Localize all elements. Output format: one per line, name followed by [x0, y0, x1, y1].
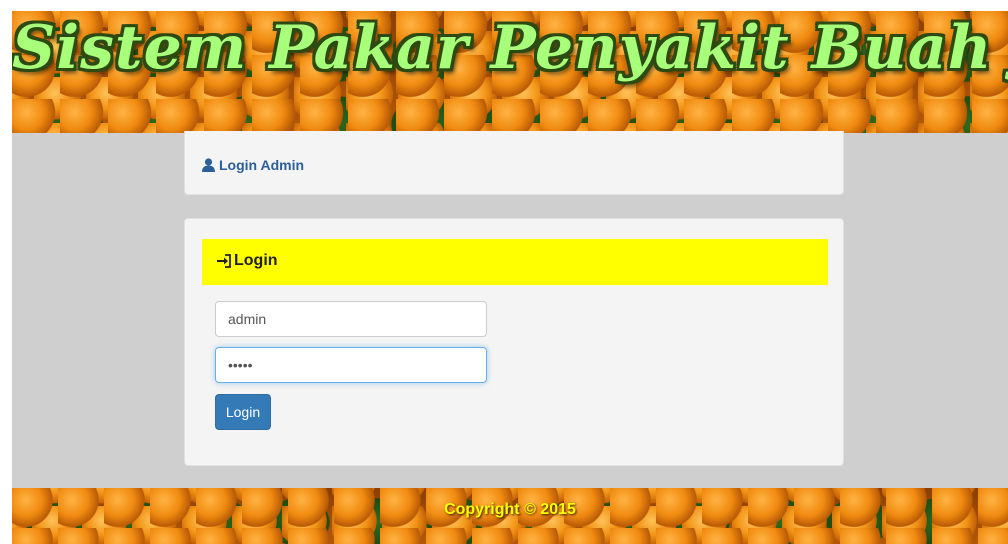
footer-banner: Copyright © 2015 [12, 488, 1008, 544]
admin-nav-panel: Login Admin [184, 131, 844, 195]
copyright-text: Copyright © 2015 [444, 501, 576, 518]
login-admin-link[interactable]: Login Admin [202, 157, 304, 173]
login-panel: Login Login [184, 218, 844, 466]
page: Sistem Pakar Penyakit Buah Jeruk Login A… [12, 11, 1008, 544]
login-panel-title: Login [234, 252, 278, 269]
sign-in-icon [217, 254, 231, 268]
login-button[interactable]: Login [215, 394, 271, 430]
username-input[interactable] [215, 301, 487, 337]
login-panel-header: Login [202, 239, 828, 285]
site-title: Sistem Pakar Penyakit Buah Jeruk [12, 13, 1008, 83]
user-icon [202, 158, 215, 172]
password-input[interactable] [215, 347, 487, 383]
header-banner: Sistem Pakar Penyakit Buah Jeruk [12, 11, 1008, 133]
login-admin-label: Login Admin [219, 157, 305, 173]
